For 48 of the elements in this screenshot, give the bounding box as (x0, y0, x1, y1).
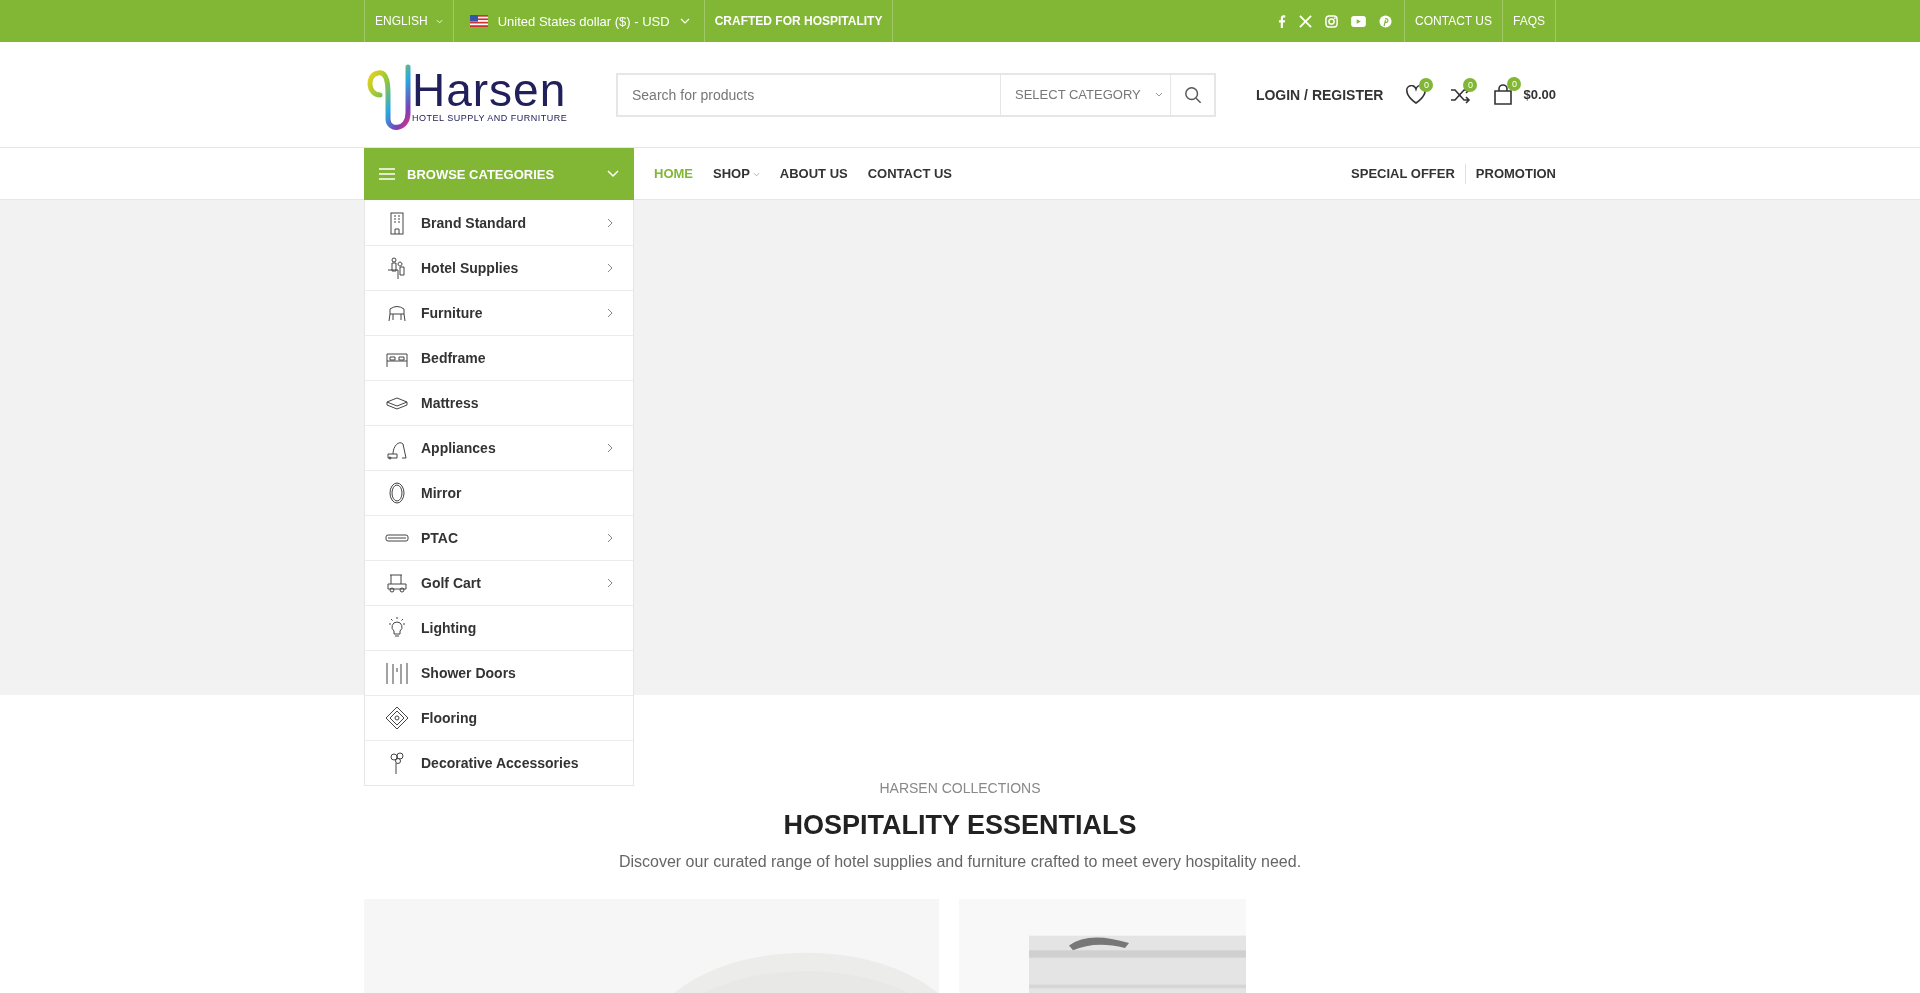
nav-link[interactable]: SHOP (713, 166, 760, 181)
wishlist-count: 0 (1419, 77, 1434, 92)
menu-icon (379, 168, 395, 180)
search-field[interactable]: Search for products (616, 72, 1000, 117)
nav-link[interactable]: ABOUT US (779, 166, 848, 181)
x-icon[interactable] (1299, 14, 1313, 28)
category-icon (385, 661, 409, 685)
category-item[interactable]: Golf Cart (365, 560, 633, 605)
logo-name[interactable]: Harsen (412, 66, 568, 113)
category-item[interactable]: Appliances (365, 425, 633, 470)
category-item[interactable]: Shower Doors (365, 650, 633, 695)
facebook-icon[interactable] (1278, 14, 1287, 28)
category-item[interactable]: Brand Standard (365, 200, 633, 245)
category-item[interactable]: Mattress (365, 380, 633, 425)
category-item[interactable]: PTAC (365, 515, 633, 560)
category-item[interactable]: Decorative Accessories (365, 740, 633, 785)
category-item[interactable]: Lighting (365, 605, 633, 650)
flag-icon (469, 15, 488, 27)
caret-icon (1154, 92, 1163, 97)
category-item[interactable]: Hotel Supplies (365, 245, 633, 290)
nav-link[interactable]: CONTACT US (867, 166, 952, 181)
category-icon (385, 706, 409, 730)
tagline: CRAFTED FOR HOSPITALITY (703, 0, 894, 42)
caret-icon (435, 18, 443, 24)
section-title: HOSPITALITY ESSENTIALS (782, 810, 1138, 841)
chevron-down-icon (607, 170, 619, 178)
nav-link[interactable]: PROMOTION (1475, 166, 1556, 181)
category-item[interactable]: Mirror (365, 470, 633, 515)
heart-icon[interactable] (1405, 84, 1428, 105)
category-item[interactable]: Flooring (365, 695, 633, 740)
nav-link[interactable]: SPECIAL OFFER (1351, 166, 1455, 181)
search-button[interactable] (1170, 72, 1216, 117)
cart-count: 0 (1507, 76, 1522, 91)
caret-icon (679, 18, 690, 24)
pin-icon[interactable] (1379, 14, 1393, 28)
category-item[interactable]: Furniture (365, 290, 633, 335)
cart-total[interactable]: $0.00 (1523, 87, 1556, 102)
category-item[interactable]: Bedframe (365, 335, 633, 380)
instagram-icon[interactable] (1325, 14, 1339, 28)
section-subtitle: Discover our curated range of hotel supplies and furniture crafted to meet every hospitality need. (617, 853, 1303, 871)
category-icon (385, 571, 409, 595)
section-eyebrow: HARSEN COLLECTIONS (878, 780, 1042, 796)
logo-tagline: HOTEL SUPPLY AND FURNITURE (412, 112, 568, 123)
login-link[interactable]: LOGIN / REGISTER (1255, 86, 1384, 103)
play-icon[interactable] (1351, 15, 1367, 27)
shopping-bag-icon[interactable] (1493, 83, 1514, 106)
search-icon (1183, 85, 1202, 104)
compare-count: 0 (1463, 77, 1478, 92)
